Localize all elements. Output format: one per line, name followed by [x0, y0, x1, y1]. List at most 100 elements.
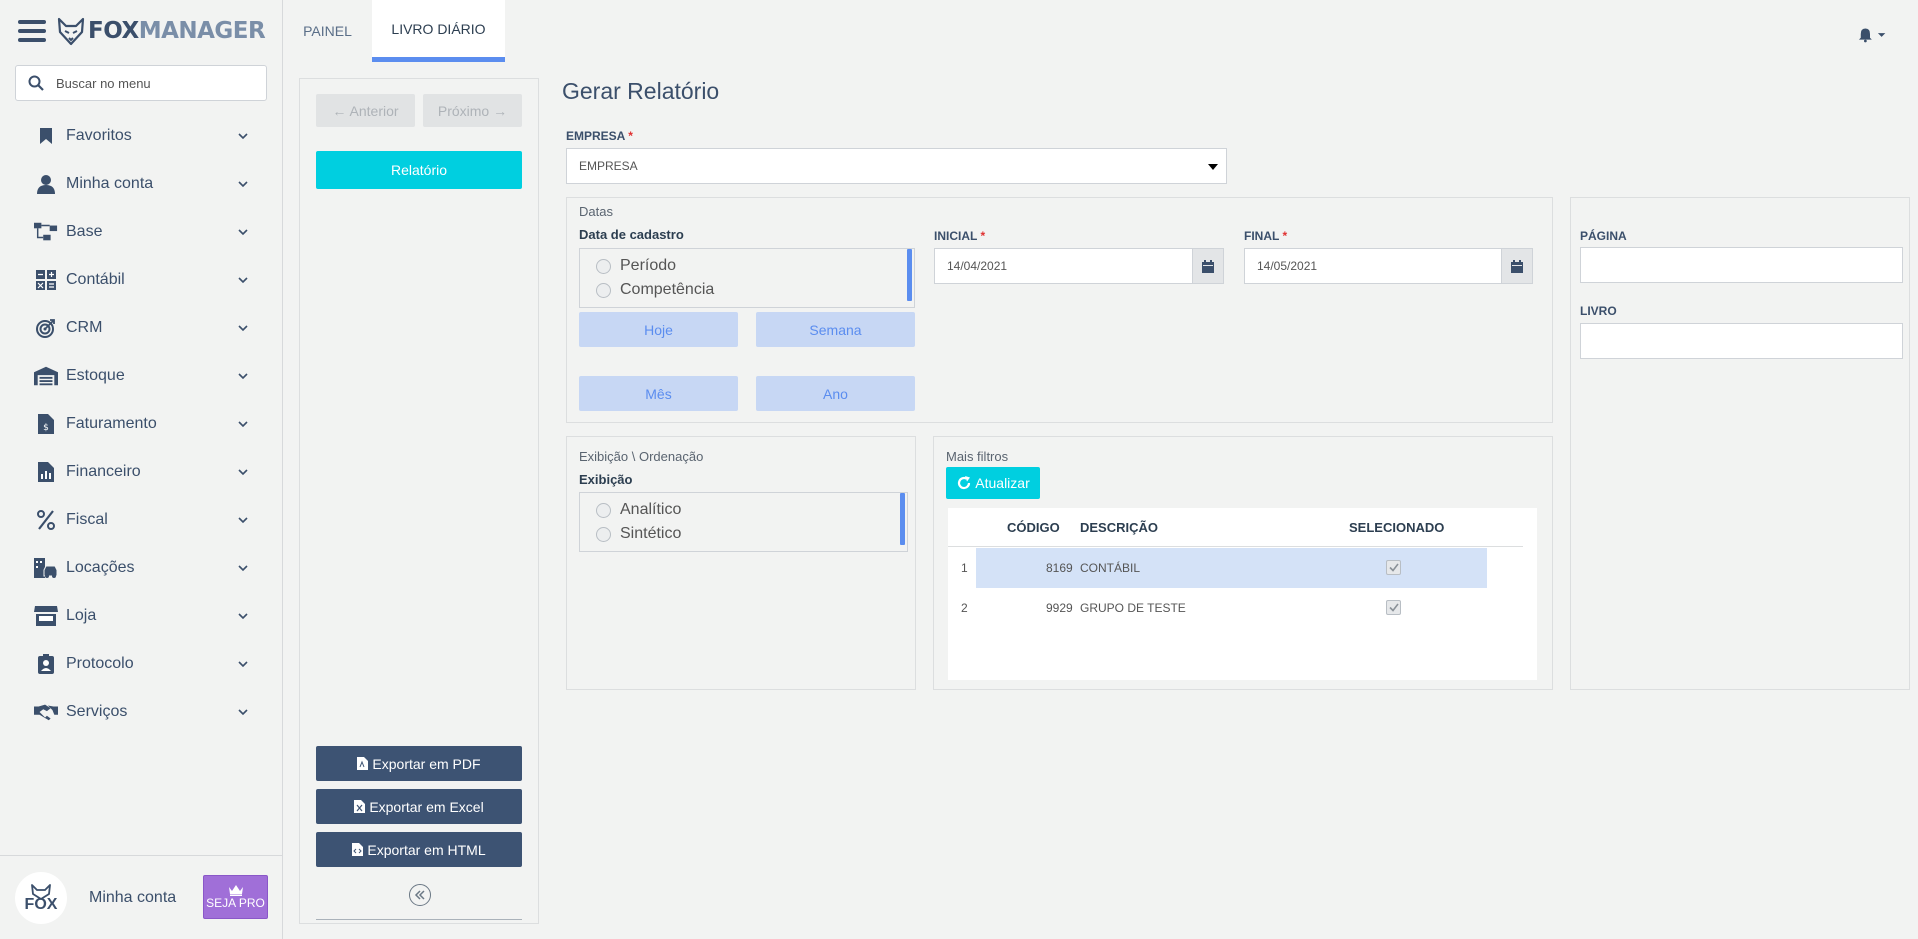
sidebar-item-estoque[interactable]: Estoque — [0, 352, 283, 400]
sitemap-icon — [34, 220, 58, 244]
radio-sintetico[interactable]: Sintético — [596, 525, 681, 543]
row-checkbox[interactable] — [1386, 600, 1401, 615]
radio-analitico[interactable]: Analítico — [596, 501, 681, 519]
notifications-menu[interactable] — [1858, 26, 1886, 44]
chevron-down-icon — [238, 277, 248, 284]
sidebar-item-crm[interactable]: CRM — [0, 304, 283, 352]
account-footer: FOX Minha conta SEJA PRO — [0, 855, 283, 939]
final-label: FINAL * — [1244, 229, 1287, 243]
calendar-button[interactable] — [1192, 249, 1223, 283]
menu-search[interactable] — [15, 65, 267, 101]
next-button[interactable]: Próximo → — [423, 94, 522, 127]
export-html-button[interactable]: Exportar em HTML — [316, 832, 522, 867]
week-button[interactable]: Semana — [756, 312, 915, 347]
table-row[interactable]: 2 9929 GRUPO DE TESTE — [948, 588, 1523, 628]
user-icon — [34, 172, 58, 196]
required-mark: * — [980, 229, 986, 243]
go-pro-label: SEJA PRO — [206, 896, 265, 910]
export-pdf-button[interactable]: Exportar em PDF — [316, 746, 522, 781]
fox-logo-icon — [57, 17, 85, 46]
empresa-select[interactable]: EMPRESA — [566, 148, 1227, 184]
radio-circle — [596, 282, 611, 298]
today-button[interactable]: Hoje — [579, 312, 738, 347]
divider — [316, 919, 522, 920]
column-header-descricao[interactable]: DESCRIÇÃO — [1080, 520, 1158, 535]
sidebar-item-protocolo[interactable]: Protocolo — [0, 640, 283, 688]
inicial-label: INICIAL * — [934, 229, 985, 243]
year-button[interactable]: Ano — [756, 376, 915, 411]
refresh-button[interactable]: Atualizar — [946, 467, 1040, 499]
column-header-selecionado[interactable]: SELECIONADO — [1349, 520, 1444, 535]
bell-icon — [1858, 28, 1872, 43]
sidebar-menu: Favoritos Minha conta Base Contábil CRM … — [0, 112, 283, 736]
hamburger-icon[interactable] — [18, 20, 46, 42]
calculator-icon — [34, 268, 58, 292]
livro-input[interactable] — [1580, 323, 1903, 359]
final-date-field[interactable]: 14/05/2021 — [1244, 248, 1533, 284]
sidebar-item-contabil[interactable]: Contábil — [0, 256, 283, 304]
avatar[interactable]: FOX — [15, 871, 67, 924]
sidebar-item-locacoes[interactable]: Locações — [0, 544, 283, 592]
required-mark: * — [628, 129, 633, 143]
cell-descricao: CONTÁBIL — [1080, 561, 1141, 575]
sidebar-item-favoritos[interactable]: Favoritos — [0, 112, 283, 160]
sidebar-item-financeiro[interactable]: Financeiro — [0, 448, 283, 496]
go-pro-button[interactable]: SEJA PRO — [203, 875, 268, 919]
pagina-input[interactable] — [1580, 247, 1903, 283]
account-label[interactable]: Minha conta — [89, 889, 176, 907]
actions-panel: ← Anterior Próximo → Relatório Exportar … — [299, 78, 539, 924]
sidebar-item-servicos[interactable]: Serviços — [0, 688, 283, 736]
report-button[interactable]: Relatório — [316, 151, 522, 189]
datas-title: Datas — [579, 204, 613, 219]
calendar-button[interactable] — [1501, 249, 1532, 283]
chevron-down-icon — [238, 661, 248, 668]
logo[interactable]: FOXMANAGER — [56, 16, 266, 46]
export-pdf-label: Exportar em PDF — [372, 755, 481, 772]
file-code-icon — [352, 843, 364, 856]
warehouse-icon — [34, 364, 58, 388]
sidebar-item-loja[interactable]: Loja — [0, 592, 283, 640]
radio-circle — [596, 502, 611, 518]
export-excel-button[interactable]: Exportar em Excel — [316, 789, 522, 824]
sidebar-item-minha-conta[interactable]: Minha conta — [0, 160, 283, 208]
row-checkbox[interactable] — [1386, 560, 1401, 575]
date-type-options: Período Competência — [579, 248, 915, 308]
handshake-icon — [34, 700, 58, 724]
previous-button[interactable]: ← Anterior — [316, 94, 415, 127]
collapse-panel-button[interactable] — [409, 884, 431, 906]
inicial-label-text: INICIAL — [934, 229, 978, 243]
radio-competencia[interactable]: Competência — [596, 281, 714, 299]
sidebar-item-base[interactable]: Base — [0, 208, 283, 256]
tab-livro-diario[interactable]: LIVRO DIÁRIO — [372, 0, 505, 62]
chevron-down-icon — [238, 517, 248, 524]
sidebar-item-fiscal[interactable]: Fiscal — [0, 496, 283, 544]
building-car-icon — [34, 556, 58, 580]
radio-label: Sintético — [620, 525, 682, 542]
radio-circle — [596, 526, 611, 542]
empresa-label: EMPRESA * — [566, 129, 633, 143]
row-number: 2 — [961, 601, 968, 615]
refresh-label: Atualizar — [975, 475, 1030, 491]
radio-periodo[interactable]: Período — [596, 257, 676, 275]
file-pdf-icon — [357, 757, 369, 770]
search-icon — [28, 75, 44, 91]
cell-codigo: 9929 — [1046, 601, 1073, 615]
calendar-icon — [1202, 259, 1214, 273]
column-header-codigo[interactable]: CÓDIGO — [1007, 520, 1060, 535]
percent-icon — [34, 508, 58, 532]
sidebar-item-label: Protocolo — [66, 655, 134, 672]
chevron-down-icon — [238, 325, 248, 332]
search-input[interactable] — [56, 75, 256, 91]
target-icon — [34, 316, 58, 340]
table-row[interactable]: 1 8169 CONTÁBIL — [948, 548, 1523, 588]
tab-painel[interactable]: PAINEL — [284, 0, 371, 62]
month-button[interactable]: Mês — [579, 376, 738, 411]
inicial-date-field[interactable]: 14/04/2021 — [934, 248, 1224, 284]
sidebar-item-label: Contábil — [66, 271, 125, 288]
radio-label: Competência — [620, 281, 715, 298]
sidebar-item-label: Minha conta — [66, 175, 154, 192]
sidebar-item-faturamento[interactable]: $ Faturamento — [0, 400, 283, 448]
pagina-label: PÁGINA — [1580, 229, 1627, 243]
exibicao-title: Exibição \ Ordenação — [579, 449, 704, 464]
svg-text:$: $ — [43, 423, 49, 433]
